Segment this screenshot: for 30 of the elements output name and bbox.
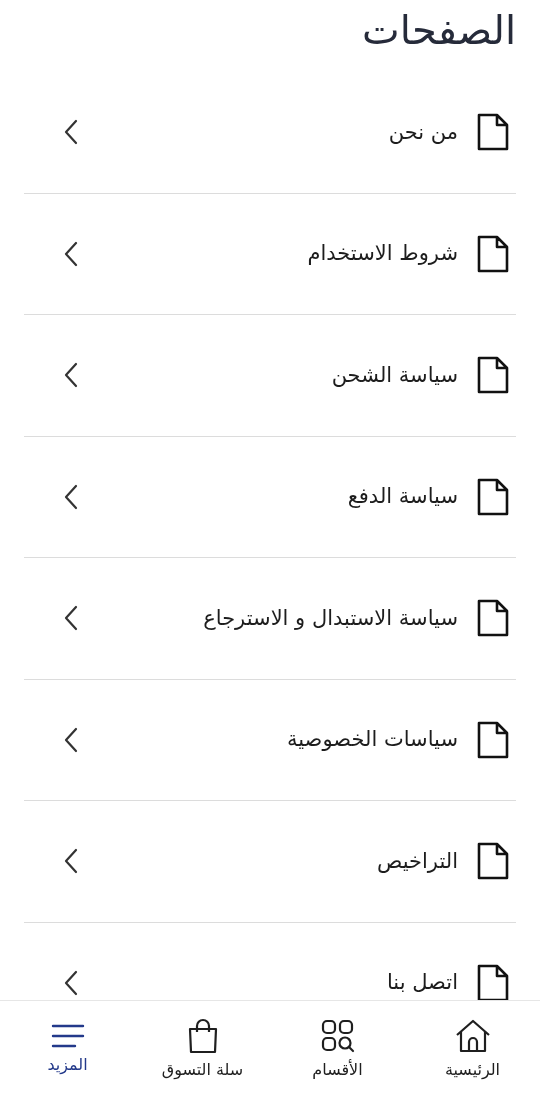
chevron-left-icon — [64, 605, 78, 632]
chevron-left-icon — [64, 240, 78, 267]
nav-tab[interactable]: الرئيسية — [405, 1001, 540, 1098]
document-icon — [476, 112, 510, 153]
nav-tab[interactable]: المزيد — [0, 1001, 135, 1098]
chevron-left-icon — [64, 483, 78, 510]
document-icon — [476, 476, 510, 517]
nav-tab[interactable]: الأقسام — [270, 1001, 405, 1098]
page-title: الصفحات — [361, 6, 517, 55]
chevron-left-icon — [64, 362, 78, 389]
chevron-left-icon — [64, 848, 78, 875]
page-list-item[interactable]: سياسات الخصوصية — [24, 679, 516, 801]
page-list-item[interactable]: سياسة الدفع — [24, 436, 516, 558]
document-icon — [476, 719, 510, 760]
document-icon — [476, 355, 510, 396]
document-icon — [476, 233, 510, 274]
chevron-left-icon — [64, 969, 78, 996]
page-list-item[interactable]: شروط الاستخدام — [24, 193, 516, 315]
page-list-item[interactable]: التراخيص — [24, 801, 516, 923]
chevron-left-icon — [64, 119, 78, 146]
document-icon — [476, 962, 510, 1000]
page-list-item[interactable]: سياسة الاستبدال و الاسترجاع — [24, 558, 516, 680]
page-list-item[interactable]: سياسة الشحن — [24, 315, 516, 437]
nav-tab[interactable]: سلة التسوق — [135, 1001, 270, 1098]
document-icon — [476, 598, 510, 639]
category-search-icon — [319, 1017, 356, 1054]
chevron-left-icon — [64, 726, 78, 753]
menu-icon — [50, 1022, 85, 1049]
document-icon — [476, 841, 510, 882]
page-list-item[interactable]: من نحن — [24, 72, 516, 194]
